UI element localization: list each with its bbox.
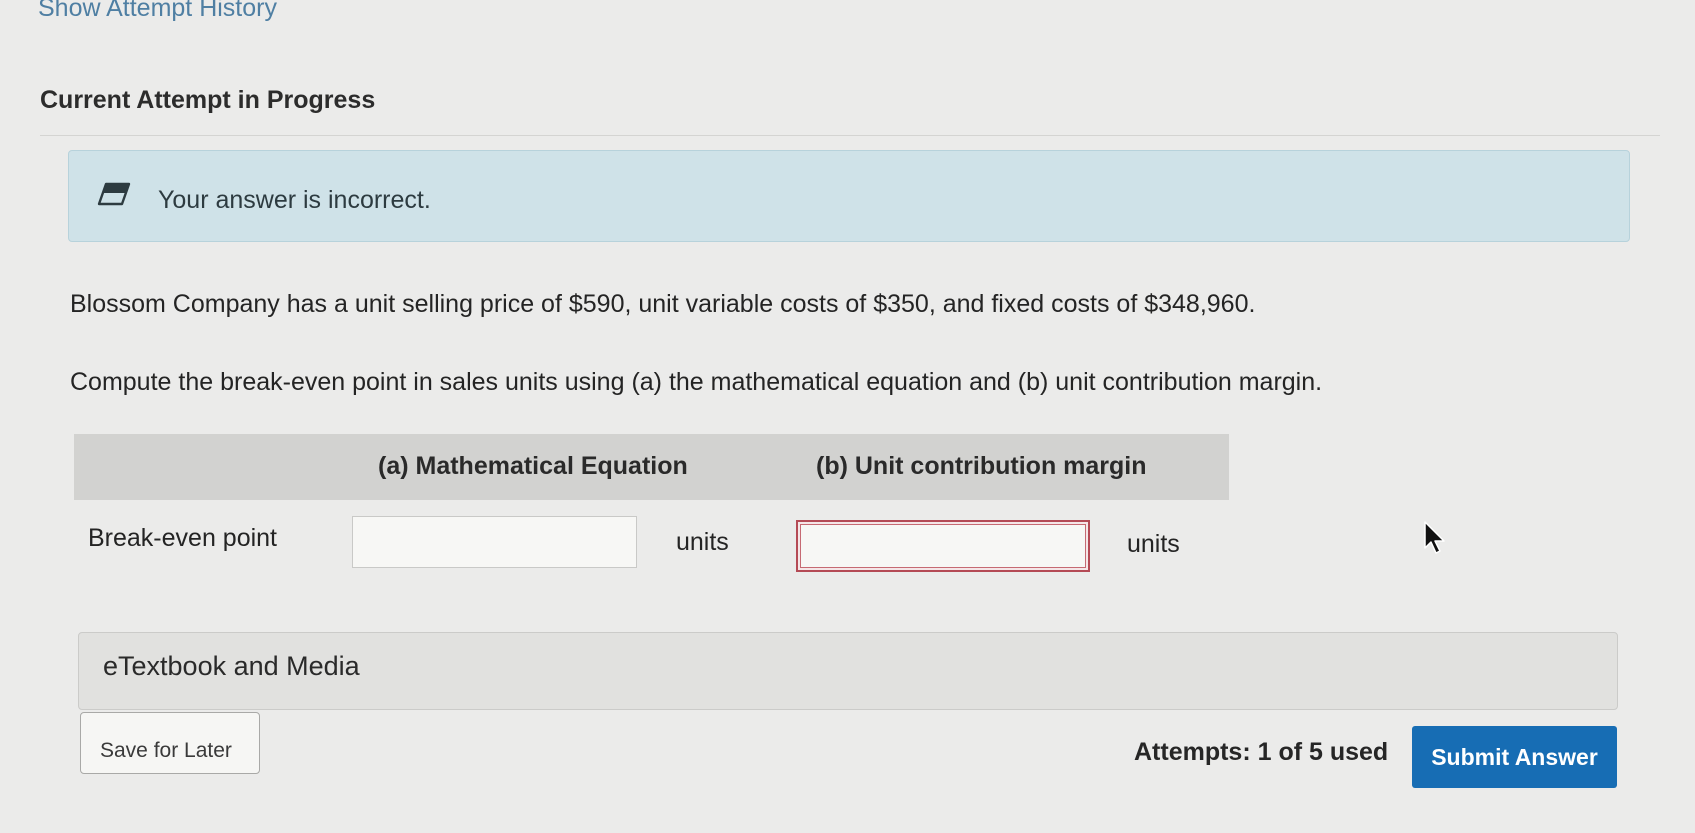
current-attempt-heading: Current Attempt in Progress xyxy=(40,86,376,114)
break-even-mathematical-input[interactable] xyxy=(352,516,637,568)
section-divider xyxy=(40,135,1660,136)
show-attempt-history-link[interactable]: Show Attempt History xyxy=(38,0,277,23)
etextbook-media-label: eTextbook and Media xyxy=(103,651,360,681)
eraser-icon xyxy=(97,182,131,206)
attempts-counter: Attempts: 1 of 5 used xyxy=(1134,738,1389,766)
question-text: Blossom Company has a unit selling price… xyxy=(70,290,1256,318)
units-label-b: units xyxy=(1127,530,1180,558)
mouse-pointer-icon xyxy=(1424,521,1445,554)
break-even-contribution-margin-input[interactable] xyxy=(796,520,1090,572)
table-header: (a) Mathematical Equation (b) Unit contr… xyxy=(74,434,1229,500)
submit-answer-button[interactable]: Submit Answer xyxy=(1412,726,1617,788)
answer-table: (a) Mathematical Equation (b) Unit contr… xyxy=(74,434,1229,572)
column-header-unit-contribution-margin: (b) Unit contribution margin xyxy=(816,452,1147,480)
etextbook-media-panel[interactable]: eTextbook and Media xyxy=(78,632,1618,710)
question-instruction: Compute the break-even point in sales un… xyxy=(70,368,1323,396)
units-label-a: units xyxy=(676,528,729,556)
feedback-message: Your answer is incorrect. xyxy=(158,186,431,214)
column-header-mathematical-equation: (a) Mathematical Equation xyxy=(378,452,688,480)
feedback-banner: Your answer is incorrect. xyxy=(68,150,1630,242)
break-even-point-label: Break-even point xyxy=(88,524,278,552)
save-for-later-button[interactable]: Save for Later xyxy=(80,712,260,774)
